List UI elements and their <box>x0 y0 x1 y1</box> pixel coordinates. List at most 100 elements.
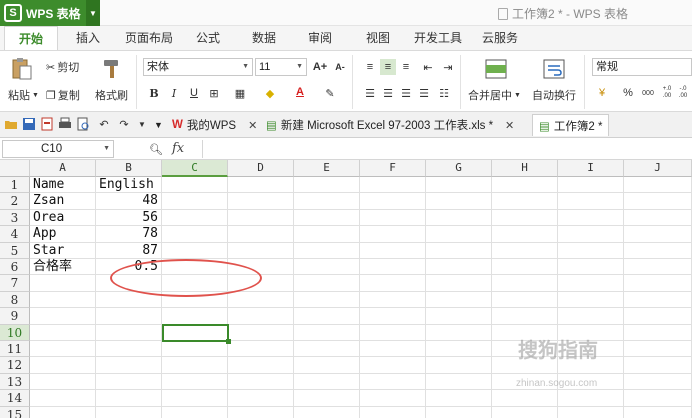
cell-a15[interactable] <box>30 406 96 418</box>
close-icon[interactable]: ✕ <box>505 119 514 132</box>
cell-i15[interactable] <box>558 406 624 418</box>
cell-h15[interactable] <box>492 406 558 418</box>
cell-c11[interactable] <box>162 341 228 358</box>
column-header-i[interactable]: I <box>558 160 624 177</box>
row-header-10[interactable]: 10 <box>0 324 30 341</box>
cell-c4[interactable] <box>162 226 228 243</box>
tab-data[interactable]: 数据 <box>244 26 284 50</box>
cell-g15[interactable] <box>426 406 492 418</box>
cell-c15[interactable] <box>162 406 228 418</box>
align-center-icon[interactable]: ☰ <box>380 85 396 101</box>
row-header-14[interactable]: 14 <box>0 390 30 407</box>
cell-j13[interactable] <box>624 373 692 391</box>
save-icon[interactable] <box>22 117 36 131</box>
cell-b13[interactable] <box>96 373 162 391</box>
distribute-icon[interactable]: ☷ <box>436 85 452 101</box>
cell-g6[interactable] <box>426 259 492 276</box>
cell-f5[interactable] <box>360 242 426 259</box>
cell-b3[interactable]: 56 <box>96 209 162 227</box>
currency-icon[interactable]: ¥ <box>594 85 610 101</box>
cell-b1[interactable]: English <box>96 177 162 194</box>
row-header-11[interactable]: 11 <box>0 341 30 358</box>
cell-h4[interactable] <box>492 226 558 243</box>
print-icon[interactable] <box>58 117 72 131</box>
tab-cloud[interactable]: 云服务 <box>476 26 524 50</box>
font-color-button[interactable]: A <box>292 84 308 100</box>
cell-f15[interactable] <box>360 406 426 418</box>
column-header-h[interactable]: H <box>492 160 558 177</box>
cell-h6[interactable] <box>492 259 558 276</box>
cell-b10[interactable] <box>96 324 162 341</box>
justify-icon[interactable]: ☰ <box>416 85 432 101</box>
clear-format-icon[interactable]: ✎ <box>322 85 338 101</box>
row-header-1[interactable]: 1 <box>0 177 30 194</box>
cell-a4[interactable]: App <box>30 226 96 243</box>
align-top-icon[interactable]: ≡ <box>362 59 378 75</box>
cell-e9[interactable] <box>294 308 360 325</box>
cell-e6[interactable] <box>294 259 360 276</box>
cell-c3[interactable] <box>162 209 228 227</box>
fill-color-icon[interactable]: ◆ <box>262 85 278 101</box>
column-header-d[interactable]: D <box>228 160 294 177</box>
chevron-down-icon[interactable]: ▼ <box>86 0 100 26</box>
cell-g4[interactable] <box>426 226 492 243</box>
cell-d10[interactable] <box>228 324 294 341</box>
cell-b2[interactable]: 48 <box>96 193 162 210</box>
cell-a11[interactable] <box>30 341 96 358</box>
cell-e5[interactable] <box>294 242 360 259</box>
row-header-13[interactable]: 13 <box>0 373 30 391</box>
grow-font-button[interactable]: A+ <box>312 59 328 75</box>
doc-tab-xls[interactable]: ▤ 新建 Microsoft Excel 97-2003 工作表.xls * ✕ <box>266 114 514 136</box>
cell-e2[interactable] <box>294 193 360 210</box>
cell-d9[interactable] <box>228 308 294 325</box>
align-right-icon[interactable]: ☰ <box>398 85 414 101</box>
align-left-icon[interactable]: ☰ <box>362 85 378 101</box>
cell-e15[interactable] <box>294 406 360 418</box>
cell-b9[interactable] <box>96 308 162 325</box>
cell-c1[interactable] <box>162 177 228 194</box>
cell-c13[interactable] <box>162 373 228 391</box>
cell-e4[interactable] <box>294 226 360 243</box>
cell-i5[interactable] <box>558 242 624 259</box>
cell-f3[interactable] <box>360 209 426 227</box>
fill-handle[interactable] <box>226 339 231 344</box>
cell-e3[interactable] <box>294 209 360 227</box>
cell-g1[interactable] <box>426 177 492 194</box>
cell-j3[interactable] <box>624 209 692 227</box>
cell-j10[interactable] <box>624 324 692 341</box>
cell-g11[interactable] <box>426 341 492 358</box>
merge-center-button[interactable]: 合并居中 ▼ <box>468 87 521 103</box>
cell-b5[interactable]: 87 <box>96 242 162 259</box>
tab-review[interactable]: 审阅 <box>300 26 340 50</box>
cell-h5[interactable] <box>492 242 558 259</box>
row-header-15[interactable]: 15 <box>0 406 30 418</box>
cell-a13[interactable] <box>30 373 96 391</box>
cell-a3[interactable]: Orea <box>30 209 96 227</box>
shrink-font-button[interactable]: A- <box>332 59 348 75</box>
cell-b11[interactable] <box>96 341 162 358</box>
decrease-decimal-button[interactable]: -.0 .00 <box>676 81 690 105</box>
cell-a1[interactable]: Name <box>30 177 96 194</box>
align-middle-icon[interactable]: ≡ <box>380 59 396 75</box>
cell-h7[interactable] <box>492 275 558 292</box>
cell-f14[interactable] <box>360 390 426 407</box>
cell-f11[interactable] <box>360 341 426 358</box>
merge-center-icon[interactable] <box>484 57 508 81</box>
cell-d8[interactable] <box>228 291 294 309</box>
bold-button[interactable]: B <box>146 85 162 101</box>
select-all-corner[interactable] <box>0 160 30 177</box>
open-folder-icon[interactable] <box>4 117 18 131</box>
tab-home[interactable]: 开始 <box>4 26 58 50</box>
cell-j9[interactable] <box>624 308 692 325</box>
cell-j2[interactable] <box>624 193 692 210</box>
cell-a9[interactable] <box>30 308 96 325</box>
cell-j1[interactable] <box>624 177 692 194</box>
cell-i6[interactable] <box>558 259 624 276</box>
cell-f13[interactable] <box>360 373 426 391</box>
wps-app-menu-button[interactable]: S WPS 表格 ▼ <box>0 0 100 26</box>
cut-button[interactable]: ✂ 剪切 <box>46 59 79 75</box>
column-header-j[interactable]: J <box>624 160 692 177</box>
cell-c5[interactable] <box>162 242 228 259</box>
cell-g2[interactable] <box>426 193 492 210</box>
cell-b4[interactable]: 78 <box>96 226 162 243</box>
